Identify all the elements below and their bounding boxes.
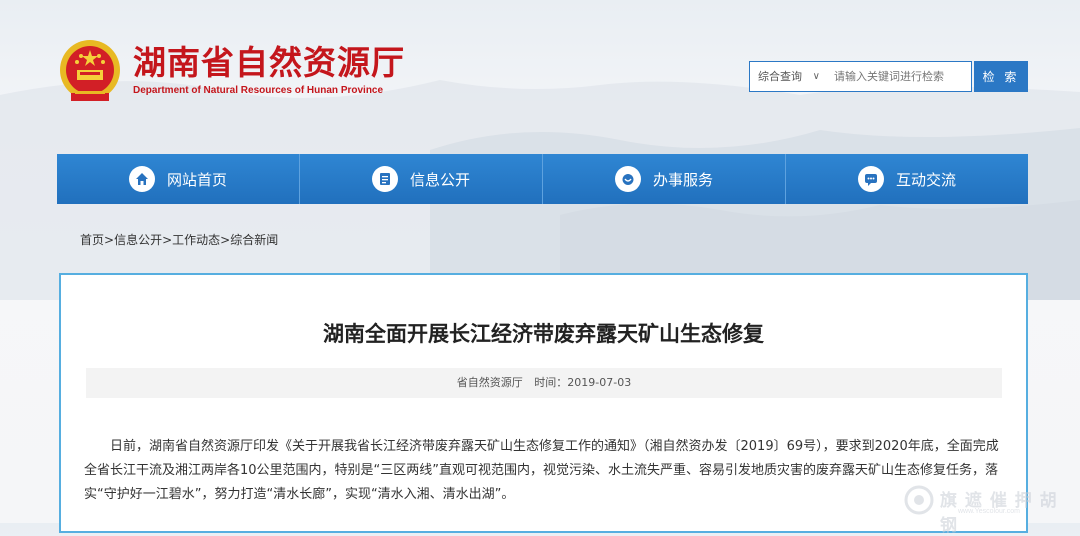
nav-label: 互动交流: [895, 170, 956, 189]
breadcrumb-home[interactable]: 首页: [80, 233, 104, 247]
chat-icon: [857, 166, 884, 192]
nav-item-service[interactable]: 办事服务: [543, 154, 786, 204]
watermark-logo-icon: [904, 485, 934, 515]
site-header: 湖南省自然资源厅 Department of Natural Resources…: [0, 0, 1080, 150]
nav-label: 办事服务: [652, 170, 713, 189]
search-scope-select[interactable]: 综合查询 ∨: [749, 61, 827, 92]
breadcrumb-work[interactable]: 工作动态: [172, 233, 220, 247]
nav-label: 网站首页: [166, 170, 227, 189]
search-scope-label: 综合查询: [758, 70, 802, 83]
document-icon: [371, 166, 398, 192]
home-icon: [128, 166, 155, 192]
breadcrumb-info[interactable]: 信息公开: [114, 233, 162, 247]
breadcrumb-separator: >: [162, 233, 173, 247]
search-button[interactable]: 检 索: [974, 61, 1028, 92]
breadcrumb-separator: >: [220, 233, 231, 247]
breadcrumb: 首页>信息公开>工作动态>综合新闻: [80, 231, 278, 248]
watermark-url: www.Yescolour.com: [958, 508, 1020, 515]
article-panel: 湖南全面开展长江经济带废弃露天矿山生态修复 省自然资源厅 时间：2019-07-…: [59, 273, 1028, 533]
nav-label: 信息公开: [409, 170, 470, 189]
breadcrumb-news[interactable]: 综合新闻: [230, 233, 278, 247]
nav-item-interaction[interactable]: 互动交流: [786, 154, 1028, 204]
article-body: 日前，湖南省自然资源厅印发《关于开展我省长江经济带废弃露天矿山生态修复工作的通知…: [84, 439, 999, 502]
nav-item-info[interactable]: 信息公开: [300, 154, 543, 204]
nav-item-home[interactable]: 网站首页: [57, 154, 300, 204]
search-box: 综合查询 ∨ 检 索: [749, 61, 1028, 92]
breadcrumb-separator: >: [104, 233, 115, 247]
site-title: 湖南省自然资源厅: [133, 43, 405, 82]
national-emblem-icon: [60, 40, 120, 101]
article-title: 湖南全面开展长江经济带废弃露天矿山生态修复: [323, 322, 764, 346]
site-subtitle: Department of Natural Resources of Hunan…: [133, 85, 384, 96]
watermark: 旗 遮 催 押 胡 钢 www.Yescolour.com: [900, 480, 1080, 536]
time-value: 2019-07-03: [567, 376, 632, 389]
main-navbar: 网站首页 信息公开 办事服务 互动交流: [57, 154, 1028, 204]
article-meta: 省自然资源厅 时间：2019-07-03: [86, 368, 1002, 398]
time-label: 时间：: [534, 376, 568, 389]
service-icon: [614, 166, 641, 192]
article-time: 时间：2019-07-03: [534, 376, 631, 389]
search-input[interactable]: [826, 61, 972, 92]
chevron-down-icon: ∨: [812, 71, 820, 82]
article-source: 省自然资源厅: [456, 376, 523, 389]
